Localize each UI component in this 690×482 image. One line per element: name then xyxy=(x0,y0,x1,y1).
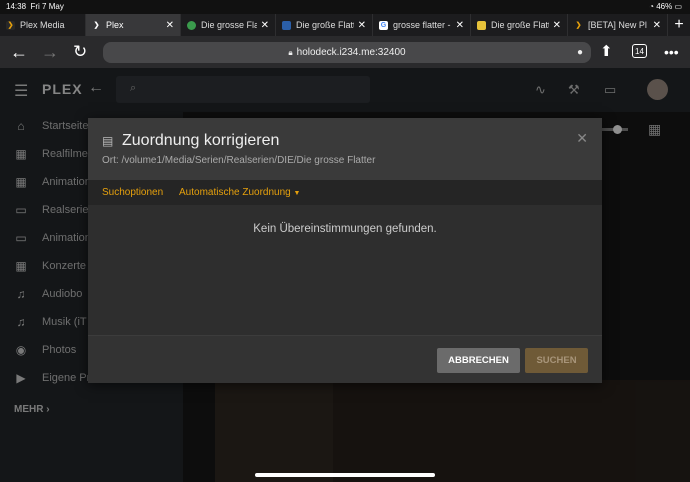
dialog-body: Kein Übereinstimmungen gefunden. xyxy=(88,205,602,335)
new-tab-button[interactable]: + xyxy=(668,14,690,36)
close-icon[interactable]: ✕ xyxy=(576,130,588,147)
microphone-icon[interactable]: ● xyxy=(577,47,583,58)
tab-count-button[interactable]: 14 xyxy=(632,44,647,58)
close-tab-icon[interactable]: ✕ xyxy=(261,20,269,31)
dialog-footer: ABBRECHEN SUCHEN xyxy=(88,335,602,383)
tab-die-grosse-flatter-1[interactable]: Die grosse Flatt ✕ xyxy=(181,14,276,36)
forward-arrow-icon[interactable]: → xyxy=(41,42,59,62)
dialog-path: Ort: /volume1/Media/Serien/Realserien/DI… xyxy=(102,155,376,166)
address-bar[interactable]: 🔒︎ holodeck.i234.me:32400 ● xyxy=(103,42,591,63)
lock-icon: 🔒︎ xyxy=(288,47,293,57)
status-bar: 14:38 Fri 7 May ◔ 46% ▭ xyxy=(0,0,690,14)
tab-google-search[interactable]: G grosse flatter - ✕ xyxy=(373,14,471,36)
google-icon: G xyxy=(379,20,388,30)
yellow-site-icon xyxy=(477,20,486,30)
tab-plex-media[interactable]: ❯ Plex Media xyxy=(0,14,86,36)
tab-search-options[interactable]: Suchoptionen xyxy=(102,187,163,198)
cancel-button[interactable]: ABBRECHEN xyxy=(437,348,520,373)
browser-toolbar: ← → ↻ 🔒︎ holodeck.i234.me:32400 ● ⬆ ••• xyxy=(0,36,690,68)
tab-auto-match[interactable]: Automatische Zuordnung ▼ xyxy=(179,187,300,198)
tab-die-grosse-flatter-2[interactable]: Die große Flatt ✕ xyxy=(276,14,373,36)
more-options-icon[interactable]: ••• xyxy=(664,42,679,62)
browser-tab-bar: ❯ Plex Media ❯ Plex ✕ Die grosse Flatt ✕… xyxy=(0,14,690,36)
close-tab-icon[interactable]: ✕ xyxy=(456,20,464,31)
dialog-header: ▤ Zuordnung korrigieren Ort: /volume1/Me… xyxy=(88,118,602,180)
match-icon: ▤ xyxy=(102,134,114,148)
url-text: holodeck.i234.me:32400 xyxy=(296,47,406,58)
plex-icon: ❯ xyxy=(575,22,582,29)
plex-icon: ❯ xyxy=(6,20,15,30)
close-tab-icon[interactable]: ✕ xyxy=(553,20,561,31)
back-arrow-icon[interactable]: ← xyxy=(10,42,28,62)
no-results-message: Kein Übereinstimmungen gefunden. xyxy=(253,223,437,235)
tab-plex[interactable]: ❯ Plex ✕ xyxy=(86,14,181,36)
chevron-down-icon: ▼ xyxy=(293,190,301,197)
share-icon[interactable]: ⬆ xyxy=(600,42,613,62)
search-button[interactable]: SUCHEN xyxy=(525,348,588,373)
blue-site-icon xyxy=(282,20,291,30)
close-tab-icon[interactable]: ✕ xyxy=(166,20,174,31)
tab-beta-new-plex[interactable]: ❯ [BETA] New Pl ✕ xyxy=(568,14,668,36)
home-indicator xyxy=(255,473,435,477)
fix-match-dialog: ▤ Zuordnung korrigieren Ort: /volume1/Me… xyxy=(88,118,602,383)
green-circle-icon xyxy=(187,20,196,30)
status-time-date: 14:38 Fri 7 May xyxy=(6,2,64,11)
plex-icon: ❯ xyxy=(93,22,100,29)
dialog-title: Zuordnung korrigieren xyxy=(122,132,280,149)
reload-icon[interactable]: ↻ xyxy=(73,42,87,62)
dialog-tabs: Suchoptionen Automatische Zuordnung ▼ xyxy=(88,180,602,205)
close-tab-icon[interactable]: ✕ xyxy=(358,20,366,31)
tab-die-grosse-flatter-3[interactable]: Die große Flatt ✕ xyxy=(471,14,568,36)
close-tab-icon[interactable]: ✕ xyxy=(653,20,661,31)
status-battery: ◔ 46% ▭ xyxy=(649,2,682,11)
